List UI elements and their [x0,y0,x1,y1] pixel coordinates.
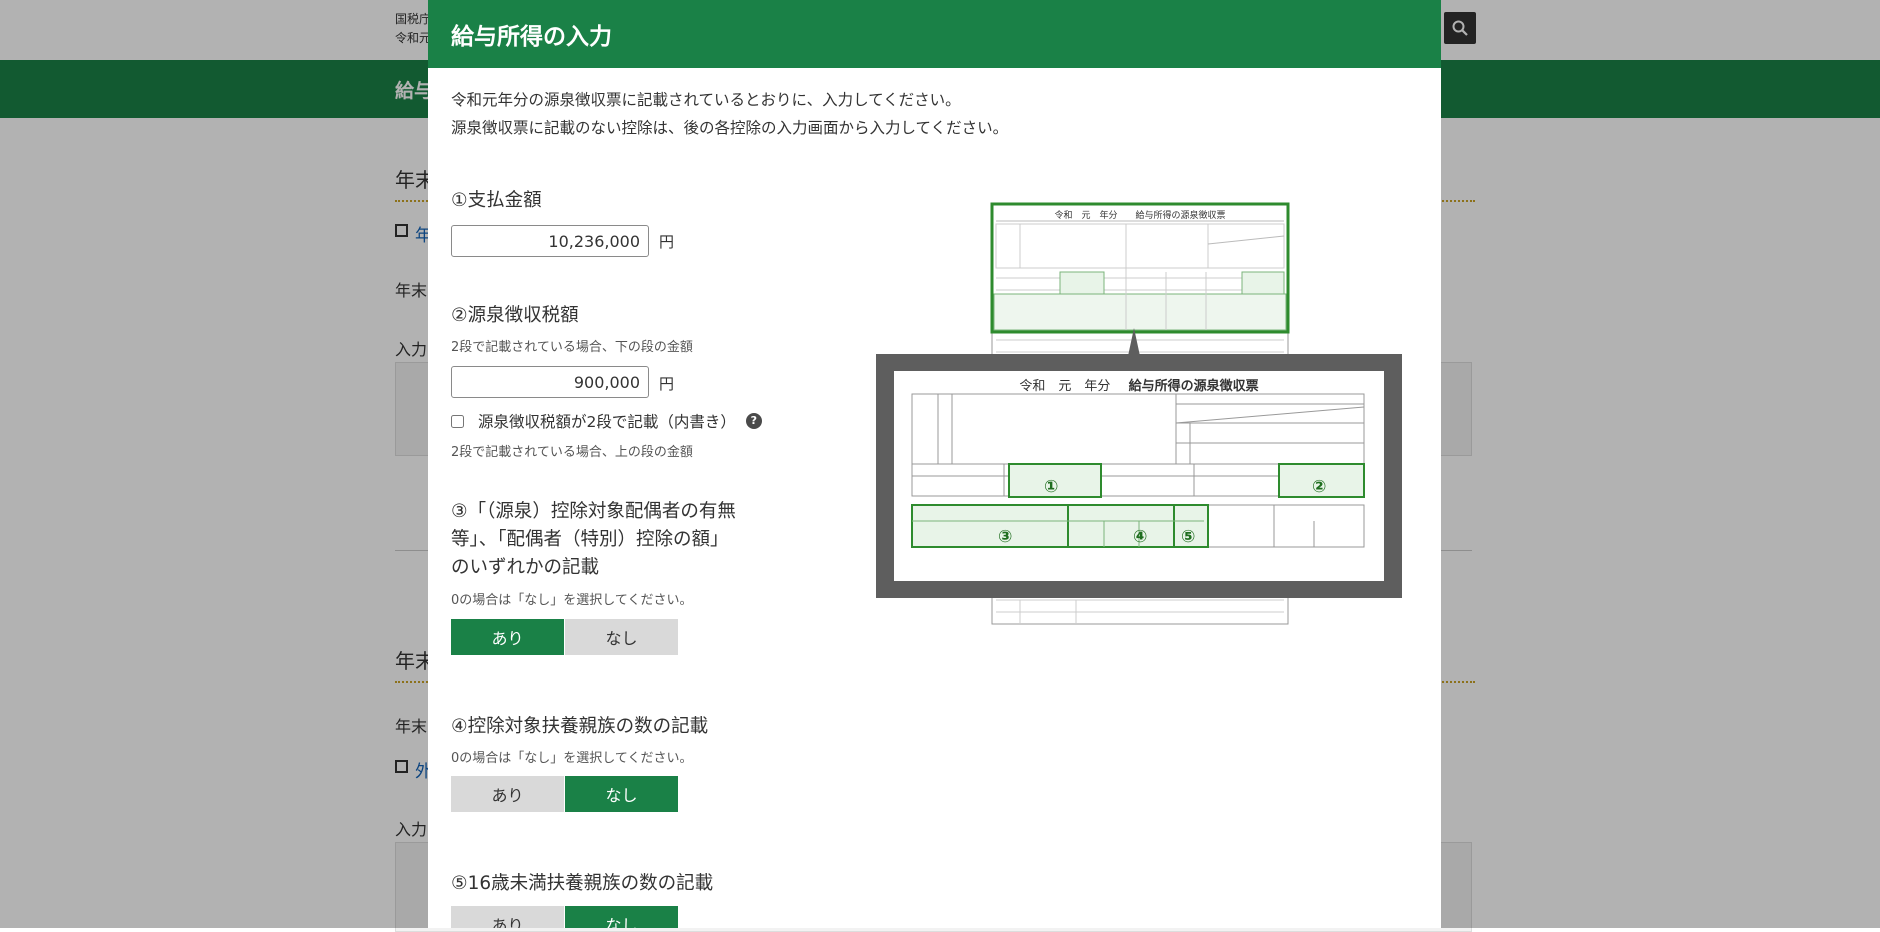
withholding-upper-note: 2段で記載されている場合、上の段の金額 [451,445,693,460]
marker-1: ① [1044,477,1059,497]
dependents-note: 0の場合は「なし」を選択してください。 [451,751,693,766]
under16-label: ⑤16歳未満扶養親族の数の記載 [451,873,714,894]
marker-5: ⑤ [1181,527,1196,547]
modal-intro: 令和元年分の源泉徴収票に記載されているとおりに、入力してください。 源泉徴収票に… [451,86,1008,142]
under16-toggle: あり なし [451,906,679,928]
payment-amount-label: ①支払金額 [451,190,542,211]
zoom-slip-grid [911,393,1365,548]
under16-yes-button[interactable]: あり [451,906,564,928]
intro-line-1: 令和元年分の源泉徴収票に記載されているとおりに、入力してください。 [451,91,961,109]
intro-line-2: 源泉徴収票に記載のない控除は、後の各控除の入力画面から入力してください。 [451,119,1009,137]
spouse-label-line-1: ③「（源泉）控除対象配偶者の有無 [451,501,736,522]
zoom-slip-title-row: 令和 元 年分 給与所得の源泉徴収票 [894,375,1384,394]
zoom-slip-year: 令和 元 年分 [1019,379,1111,394]
modal-header: 給与所得の入力 [428,0,1441,68]
marker-4: ④ [1133,527,1148,547]
spouse-no-button[interactable]: なし [565,619,678,655]
two-tier-checkbox-row[interactable]: 源泉徴収税額が2段で記載（内書き） ? [451,410,762,432]
spouse-label-line-2: 等」、「配偶者（特別）控除の額」 [451,529,729,550]
spouse-label-line-3: のいずれかの記載 [451,557,600,578]
withholding-tax-input[interactable] [451,366,649,398]
dependents-label: ④控除対象扶養親族の数の記載 [451,716,709,737]
help-icon[interactable]: ? [745,413,762,429]
zoom-frame: 令和 元 年分 給与所得の源泉徴収票 ① ② ③ ④ ⑤ [876,354,1402,598]
salary-income-modal: 給与所得の入力 令和元年分の源泉徴収票に記載されているとおりに、入力してください… [428,0,1441,928]
marker-2: ② [1312,477,1327,497]
zoom-slip-title: 給与所得の源泉徴収票 [1128,379,1259,394]
two-tier-checkbox-label: 源泉徴収税額が2段で記載（内書き） [478,413,736,431]
withholding-slip-illustration: 令和 元 年分 給与所得の源泉徴収票 令和 元 年分 給与所得の源泉徴収票 ① … [876,200,1402,630]
dependents-yes-button[interactable]: あり [451,776,564,812]
slip-small-title: 令和 元 年分 給与所得の源泉徴収票 [1054,211,1226,221]
payment-unit: 円 [659,233,675,251]
spouse-toggle: あり なし [451,619,679,655]
withholding-lower-note: 2段で記載されている場合、下の段の金額 [451,340,693,355]
spouse-yes-button[interactable]: あり [451,619,564,655]
zoom-slip: 令和 元 年分 給与所得の源泉徴収票 ① ② ③ ④ ⑤ [894,371,1384,581]
modal-title: 給与所得の入力 [451,24,612,50]
payment-amount-input[interactable] [451,225,649,257]
marker-3: ③ [998,527,1013,547]
dependents-no-button[interactable]: なし [565,776,678,812]
spouse-note: 0の場合は「なし」を選択してください。 [451,593,693,608]
two-tier-checkbox[interactable] [451,414,464,428]
withholding-unit: 円 [659,375,675,393]
under16-no-button[interactable]: なし [565,906,678,928]
dependents-toggle: あり なし [451,776,679,812]
withholding-tax-label: ②源泉徴収税額 [451,305,579,326]
